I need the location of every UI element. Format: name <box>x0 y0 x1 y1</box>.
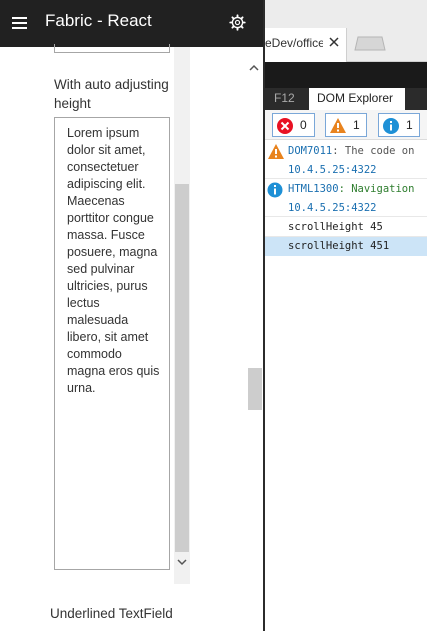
underlined-textfield-label: Underlined TextField <box>50 606 173 621</box>
close-icon[interactable] <box>328 36 340 48</box>
tab-strip: eDev/office <box>265 0 427 62</box>
warning-icon <box>330 118 346 133</box>
gear-icon[interactable] <box>229 14 246 31</box>
console-message: scrollHeight 451 <box>288 240 390 252</box>
tab-dom-explorer-label: DOM Explorer <box>317 91 394 105</box>
hamburger-menu-icon[interactable] <box>12 17 27 29</box>
app-header: Fabric - React <box>0 0 263 47</box>
console-row-selected[interactable]: scrollHeight 451 <box>265 237 427 256</box>
console-filter-bar: 0 1 1 <box>265 110 427 140</box>
console-source-link[interactable]: 10.4.5.25:4322 <box>288 202 377 214</box>
warning-icon <box>268 144 284 159</box>
f12-label: F12 <box>274 91 295 105</box>
messages-filter-button[interactable]: 1 <box>378 113 420 137</box>
error-icon <box>277 118 293 134</box>
console-message: : The code on <box>332 145 415 157</box>
console-source-link[interactable]: 10.4.5.25:4322 <box>288 164 377 176</box>
app-pane: Fabric - React With auto adjusting heigh… <box>0 0 263 631</box>
messages-count: 1 <box>406 118 413 132</box>
info-icon <box>267 182 283 198</box>
devtools-header <box>265 62 427 88</box>
browser-window: eDev/office F12 DOM Explorer 0 1 1 DOM70… <box>265 0 427 631</box>
warnings-filter-button[interactable]: 1 <box>325 113 367 137</box>
console-message: scrollHeight 45 <box>288 221 383 233</box>
warnings-count: 1 <box>353 118 360 132</box>
textarea-scrollbar-thumb[interactable] <box>175 184 189 552</box>
console-code: DOM7011 <box>288 145 333 157</box>
errors-count: 0 <box>300 118 307 132</box>
page-scrollbar-thumb[interactable] <box>248 368 262 410</box>
console-code: HTML1300 <box>288 183 339 195</box>
previous-textfield-bottom <box>54 44 170 53</box>
console-message: : Navigation <box>338 183 415 195</box>
scroll-up-arrow-icon[interactable] <box>248 62 260 74</box>
console-row[interactable]: DOM7011: The code on 10.4.5.25:4322 <box>265 141 427 179</box>
tab-dom-explorer[interactable]: DOM Explorer <box>309 88 405 110</box>
console-row[interactable]: scrollHeight 45 <box>265 218 427 237</box>
new-tab-icon[interactable] <box>354 36 386 51</box>
scroll-down-arrow-icon[interactable] <box>176 556 188 568</box>
info-icon <box>383 118 399 134</box>
auto-height-textarea[interactable]: Lorem ipsum dolor sit amet, consectetuer… <box>54 117 170 570</box>
browser-tab[interactable]: eDev/office <box>265 28 347 62</box>
errors-filter-button[interactable]: 0 <box>272 113 315 137</box>
console-row[interactable]: HTML1300: Navigation 10.4.5.25:4322 <box>265 179 427 217</box>
browser-tab-label: eDev/office <box>265 36 323 50</box>
app-title: Fabric - React <box>45 11 152 30</box>
auto-height-label: With auto adjusting height <box>54 77 169 111</box>
